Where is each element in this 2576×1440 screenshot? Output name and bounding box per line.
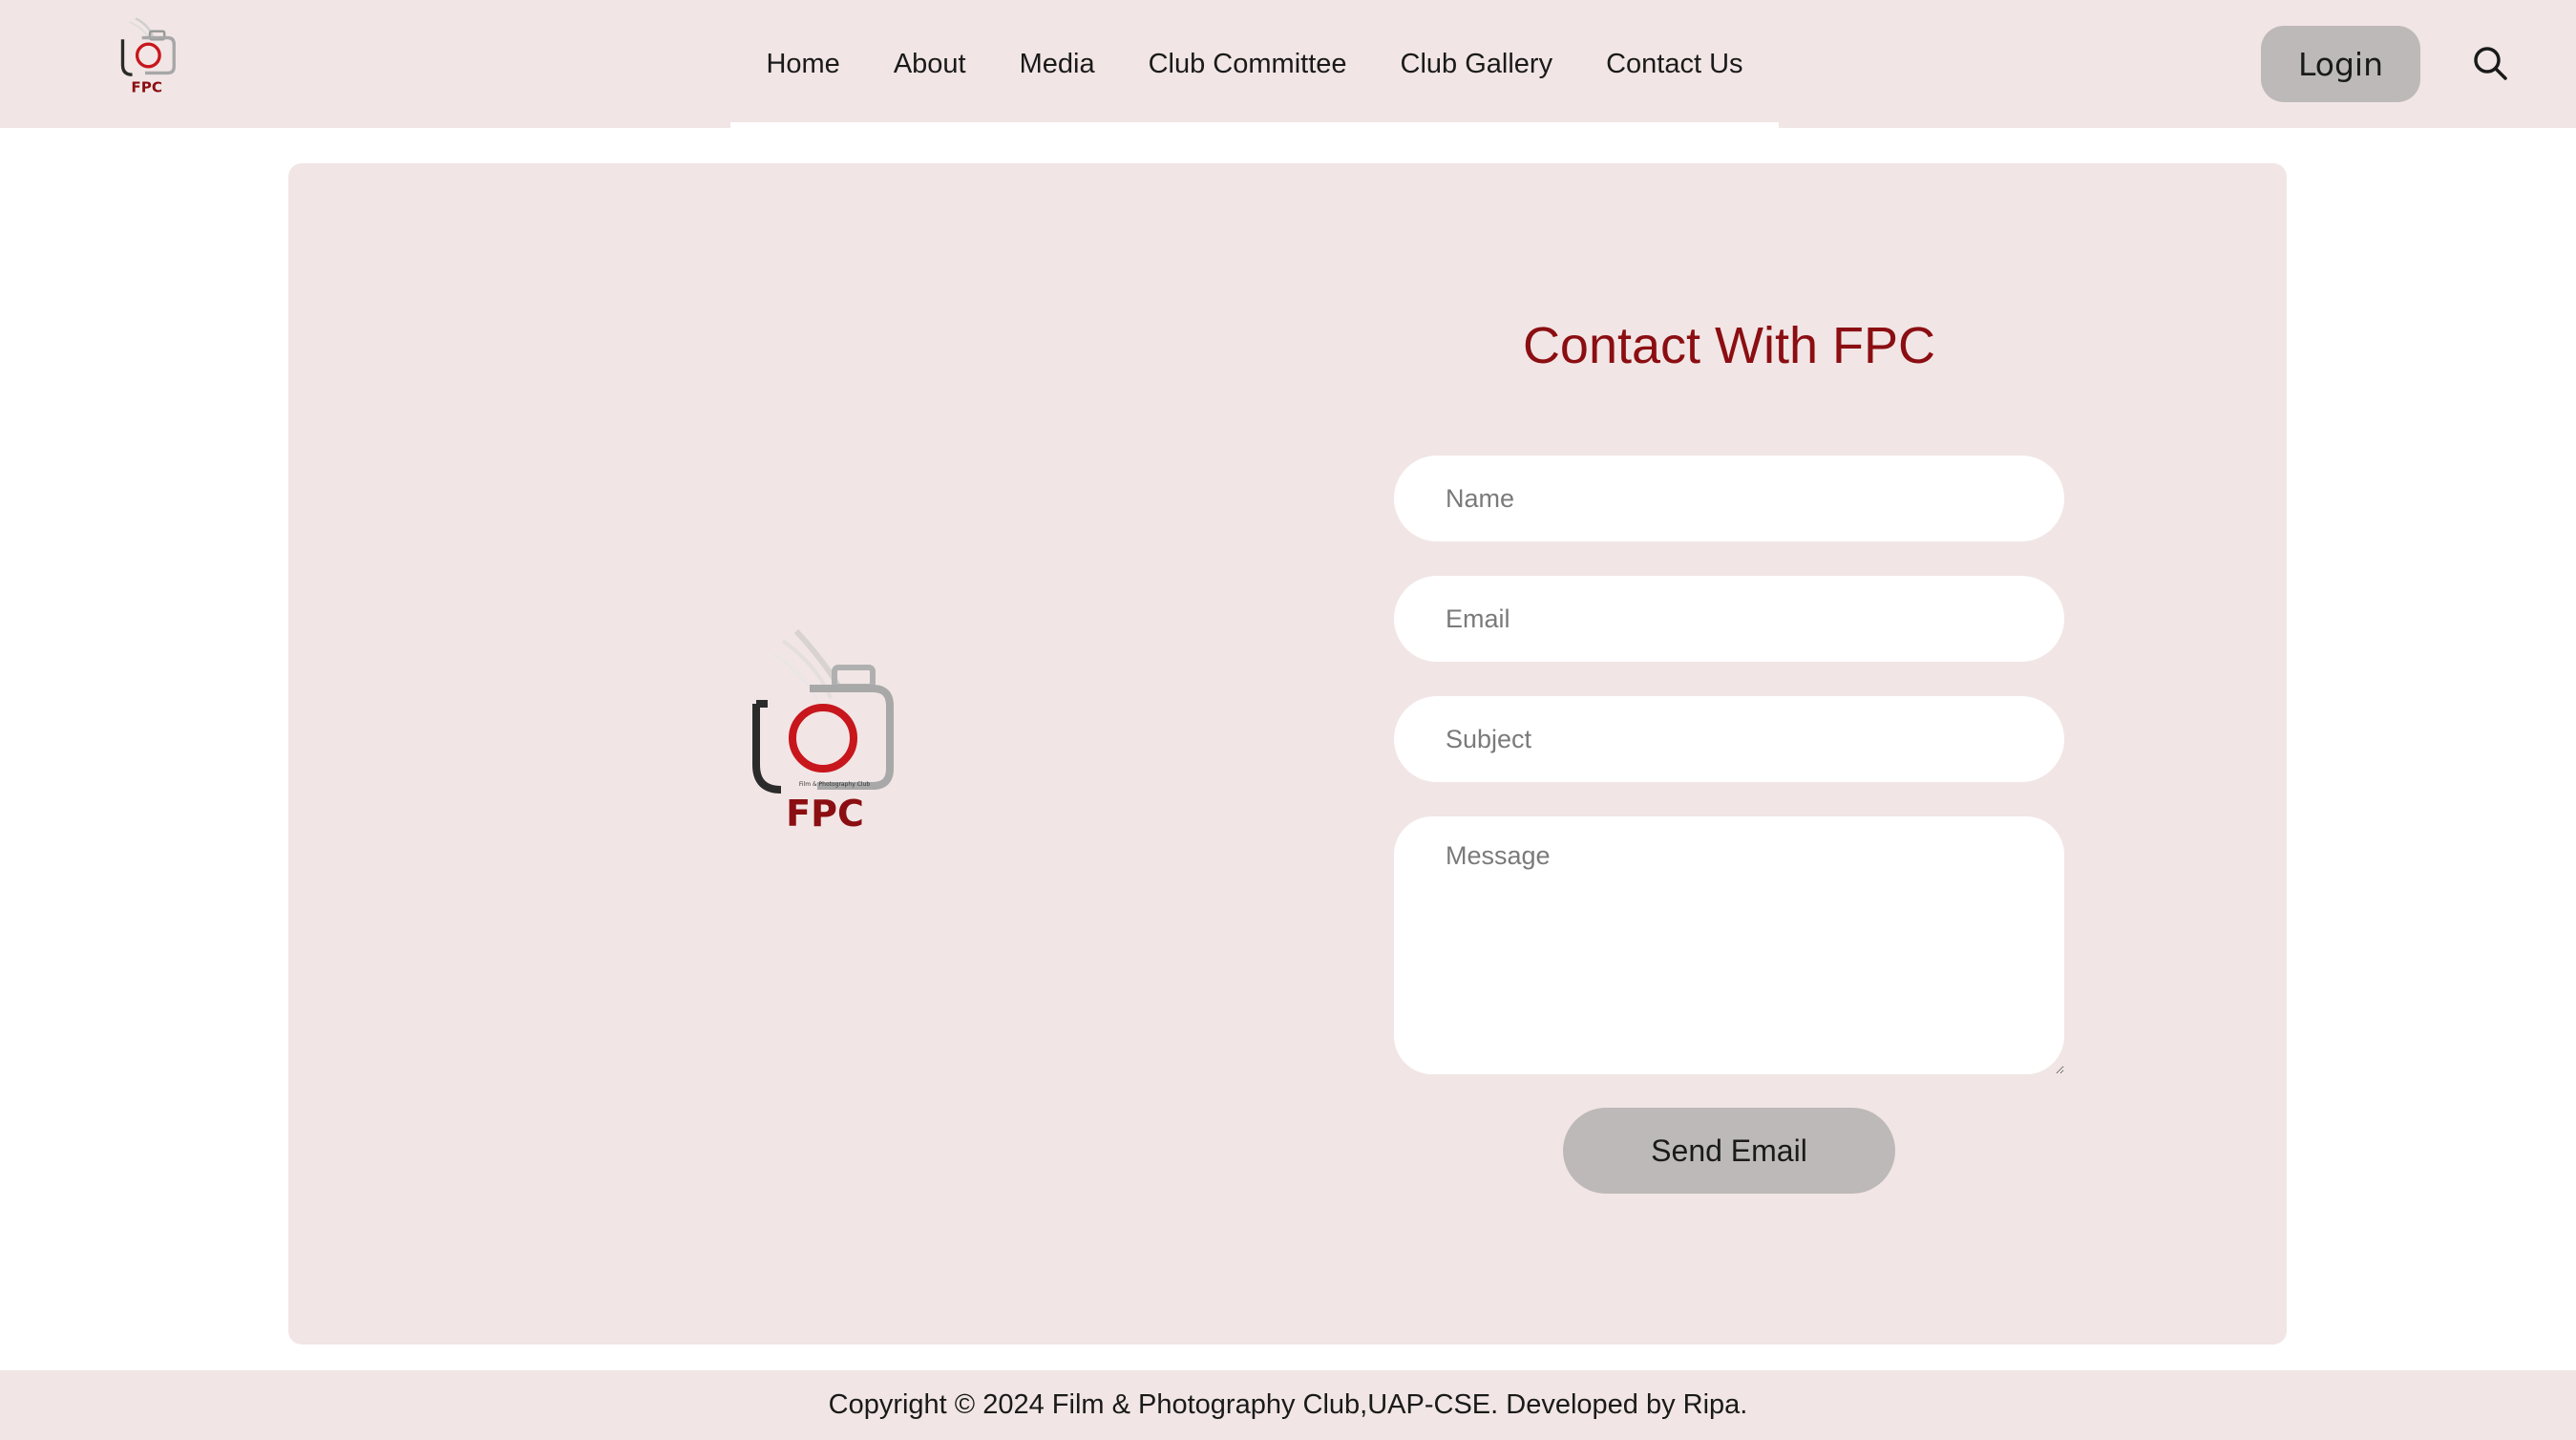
site-header: FPC Home About Media Club Committee Club… bbox=[0, 0, 2576, 128]
fpc-logo[interactable]: FPC bbox=[105, 15, 185, 96]
email-input[interactable] bbox=[1394, 576, 2064, 662]
svg-text:FPC: FPC bbox=[786, 793, 864, 835]
copyright-text: Copyright © 2024 Film & Photography Club… bbox=[828, 1389, 1748, 1420]
nav-about[interactable]: About bbox=[894, 49, 966, 80]
main-nav: Home About Media Club Committee Club Gal… bbox=[730, 0, 1779, 128]
fpc-camera-logo-icon: Film & Photography Club FPC bbox=[752, 628, 894, 835]
site-footer: Copyright © 2024 Film & Photography Club… bbox=[0, 1370, 2576, 1440]
nav-underline bbox=[730, 122, 1779, 128]
nav-media[interactable]: Media bbox=[1020, 49, 1095, 80]
svg-text:Film & Photography Club: Film & Photography Club bbox=[799, 781, 870, 788]
contact-form-title: Contact With FPC bbox=[1522, 317, 1936, 374]
nav-club-committee[interactable]: Club Committee bbox=[1149, 49, 1347, 80]
nav-club-gallery[interactable]: Club Gallery bbox=[1401, 49, 1553, 80]
name-input[interactable] bbox=[1394, 455, 2064, 541]
svg-text:FPC: FPC bbox=[131, 79, 161, 95]
contact-card: Film & Photography Club FPC Contact With… bbox=[288, 163, 2287, 1345]
login-button[interactable]: Login bbox=[2261, 26, 2420, 102]
fpc-large-logo: Film & Photography Club FPC bbox=[718, 622, 928, 841]
send-email-button[interactable]: Send Email bbox=[1563, 1108, 1895, 1194]
message-textarea[interactable] bbox=[1394, 816, 2064, 1074]
nav-home[interactable]: Home bbox=[766, 49, 839, 80]
nav-contact-us[interactable]: Contact Us bbox=[1606, 49, 1742, 80]
search-icon[interactable] bbox=[2471, 44, 2509, 82]
subject-input[interactable] bbox=[1394, 696, 2064, 782]
fpc-camera-logo-icon: FPC bbox=[120, 17, 176, 96]
